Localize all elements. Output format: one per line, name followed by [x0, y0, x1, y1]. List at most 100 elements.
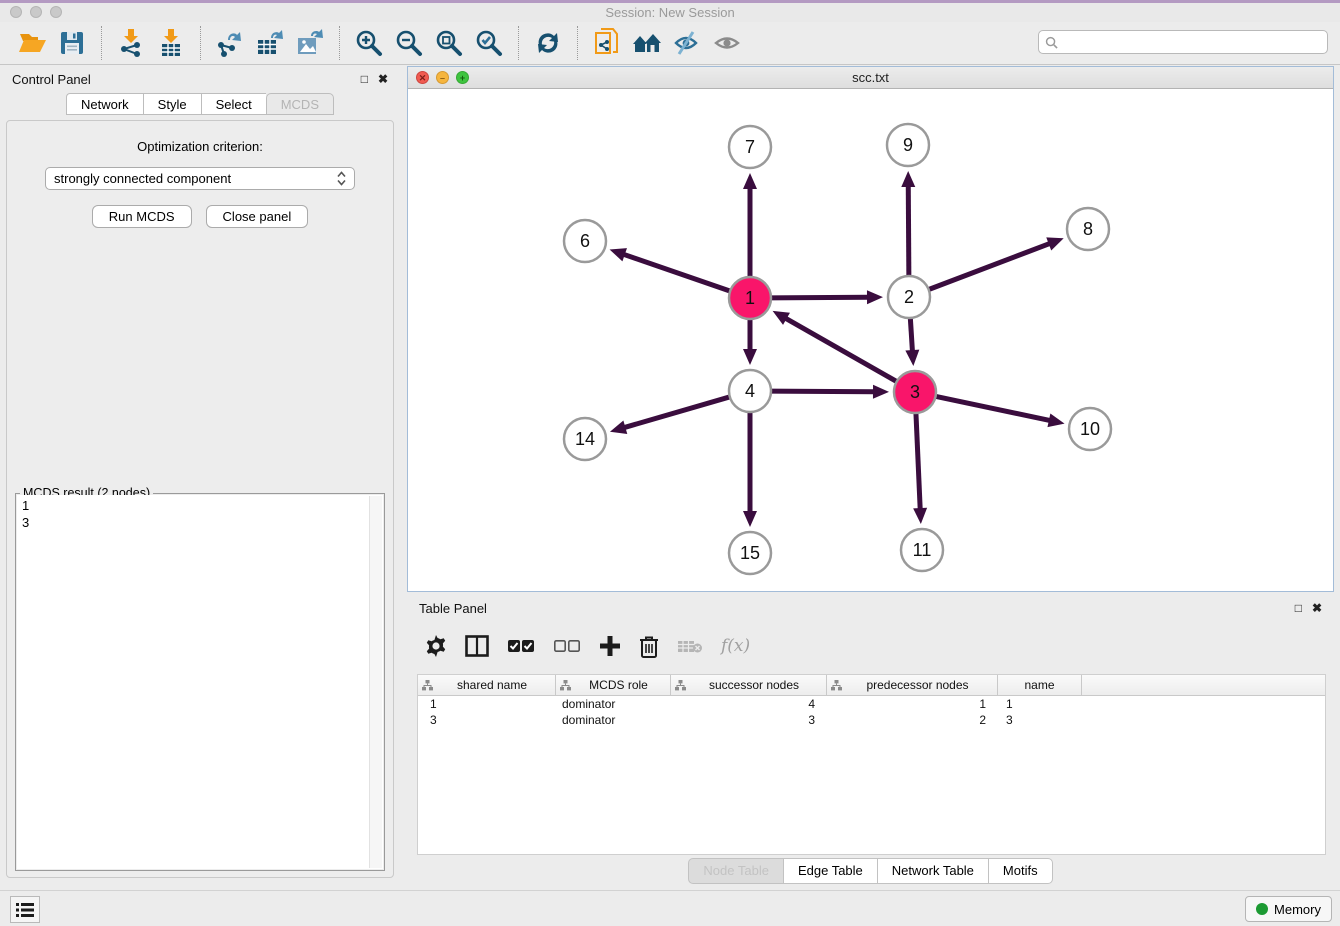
result-scrollbar[interactable]	[369, 496, 382, 868]
graph-edge-arrowhead	[1047, 413, 1064, 427]
window-title: Session: New Session	[0, 3, 1340, 22]
zoom-selected-icon[interactable]	[472, 27, 506, 59]
network-canvas[interactable]: 7968124314101511	[408, 89, 1333, 591]
task-history-button[interactable]	[10, 896, 40, 923]
graph-node-label: 10	[1080, 419, 1100, 439]
column-header-shared-name[interactable]: shared name	[418, 675, 556, 695]
column-header-mcds-role[interactable]: MCDS role	[556, 675, 671, 695]
zoom-fit-icon[interactable]	[432, 27, 466, 59]
hierarchy-icon	[422, 680, 433, 691]
graph-edge-arrowhead	[1046, 237, 1063, 250]
graph-edge-1-6[interactable]	[623, 254, 732, 292]
graph-node-label: 1	[745, 288, 755, 308]
graph-edge-3-11[interactable]	[916, 411, 920, 510]
zoom-out-icon[interactable]	[392, 27, 426, 59]
import-network-icon[interactable]	[114, 27, 148, 59]
export-image-icon[interactable]	[293, 27, 327, 59]
search-input[interactable]	[1062, 35, 1321, 49]
tab-select[interactable]: Select	[201, 93, 266, 115]
graph-node-label: 2	[904, 287, 914, 307]
float-panel-icon[interactable]: □	[361, 72, 368, 86]
graph-node-label: 3	[910, 382, 920, 402]
graph-edge-arrowhead	[867, 290, 883, 304]
mcds-panel-body: Optimization criterion: strongly connect…	[6, 120, 394, 878]
show-all-icon[interactable]	[710, 27, 744, 59]
list-icon	[16, 902, 34, 918]
column-header-name[interactable]: name	[998, 675, 1082, 695]
network-window-titlebar[interactable]: ✕ – + scc.txt	[408, 67, 1333, 89]
cell-successor-nodes: 4	[671, 696, 827, 712]
graph-edge-4-14[interactable]	[623, 396, 731, 428]
table-row[interactable]: 3 dominator 3 2 3	[418, 712, 1325, 728]
graph-edge-2-3[interactable]	[910, 316, 912, 352]
hide-selected-icon[interactable]	[670, 27, 704, 59]
close-panel-icon[interactable]: ✖	[378, 72, 388, 86]
tab-mcds[interactable]: MCDS	[266, 93, 334, 115]
cell-shared-name: 3	[418, 712, 556, 728]
gear-icon[interactable]	[425, 631, 447, 661]
toolbar-separator	[200, 26, 201, 60]
cell-mcds-role: dominator	[556, 696, 671, 712]
window-close-icon[interactable]	[10, 6, 22, 18]
delete-column-icon[interactable]	[639, 631, 659, 661]
save-session-icon[interactable]	[55, 27, 89, 59]
import-table-icon[interactable]	[154, 27, 188, 59]
split-pane-icon[interactable]	[465, 631, 489, 661]
first-neighbors-icon[interactable]	[630, 27, 664, 59]
network-minimize-icon[interactable]: –	[436, 71, 449, 84]
select-stepper-icon	[337, 171, 346, 186]
graph-edge-3-10[interactable]	[934, 396, 1051, 421]
graph-edge-3-1[interactable]	[785, 318, 899, 383]
delete-table-icon	[677, 631, 703, 661]
control-panel-title: Control Panel	[12, 72, 351, 87]
control-panel-tabs: Network Style Select MCDS	[0, 93, 400, 115]
tab-network[interactable]: Network	[66, 93, 143, 115]
open-session-icon[interactable]	[15, 27, 49, 59]
float-table-panel-icon[interactable]: □	[1295, 601, 1302, 615]
close-table-panel-icon[interactable]: ✖	[1312, 601, 1322, 615]
toolbar-separator	[518, 26, 519, 60]
tab-edge-table[interactable]: Edge Table	[783, 858, 877, 884]
hierarchy-icon	[675, 680, 686, 691]
graph-edge-2-8[interactable]	[927, 243, 1051, 290]
deselect-all-icon[interactable]	[553, 631, 581, 661]
graph-node-label: 9	[903, 135, 913, 155]
export-table-icon[interactable]	[253, 27, 287, 59]
tab-style[interactable]: Style	[143, 93, 201, 115]
tab-motifs[interactable]: Motifs	[988, 858, 1053, 884]
tab-network-table[interactable]: Network Table	[877, 858, 988, 884]
window-zoom-icon[interactable]	[50, 6, 62, 18]
table-row[interactable]: 1 dominator 4 1 1	[418, 696, 1325, 712]
network-window-title: scc.txt	[408, 67, 1333, 88]
graph-edge-arrowhead	[743, 511, 757, 527]
graph-edge-2-9[interactable]	[908, 185, 909, 278]
graph-edge-arrowhead	[610, 248, 627, 261]
column-header-successor-nodes[interactable]: successor nodes	[671, 675, 827, 695]
select-all-icon[interactable]	[507, 631, 535, 661]
apply-layout-icon[interactable]	[531, 27, 565, 59]
node-table: shared name MCDS role successor nodes pr…	[417, 674, 1326, 855]
network-maximize-icon[interactable]: +	[456, 71, 469, 84]
export-network-icon[interactable]	[213, 27, 247, 59]
close-panel-button[interactable]: Close panel	[206, 205, 309, 228]
add-column-icon[interactable]	[599, 631, 621, 661]
mcds-result-text[interactable]: 1 3	[17, 495, 383, 869]
memory-status-icon	[1256, 903, 1268, 915]
graph-edge-4-3[interactable]	[769, 391, 875, 392]
optimization-criterion-select[interactable]: strongly connected component	[45, 167, 355, 190]
toolbar-separator	[339, 26, 340, 60]
graph-edge-arrowhead	[610, 421, 627, 434]
network-close-icon[interactable]: ✕	[416, 71, 429, 84]
run-mcds-button[interactable]: Run MCDS	[92, 205, 192, 228]
zoom-in-icon[interactable]	[352, 27, 386, 59]
clone-network-icon[interactable]	[590, 27, 624, 59]
column-header-predecessor-nodes[interactable]: predecessor nodes	[827, 675, 998, 695]
search-box[interactable]	[1038, 30, 1328, 54]
window-minimize-icon[interactable]	[30, 6, 42, 18]
cell-successor-nodes: 3	[671, 712, 827, 728]
graph-edge-arrowhead	[873, 385, 889, 399]
graph-edge-1-2[interactable]	[769, 297, 869, 298]
mcds-result-line: 3	[22, 514, 378, 531]
memory-button[interactable]: Memory	[1245, 896, 1332, 922]
tab-node-table[interactable]: Node Table	[688, 858, 783, 884]
